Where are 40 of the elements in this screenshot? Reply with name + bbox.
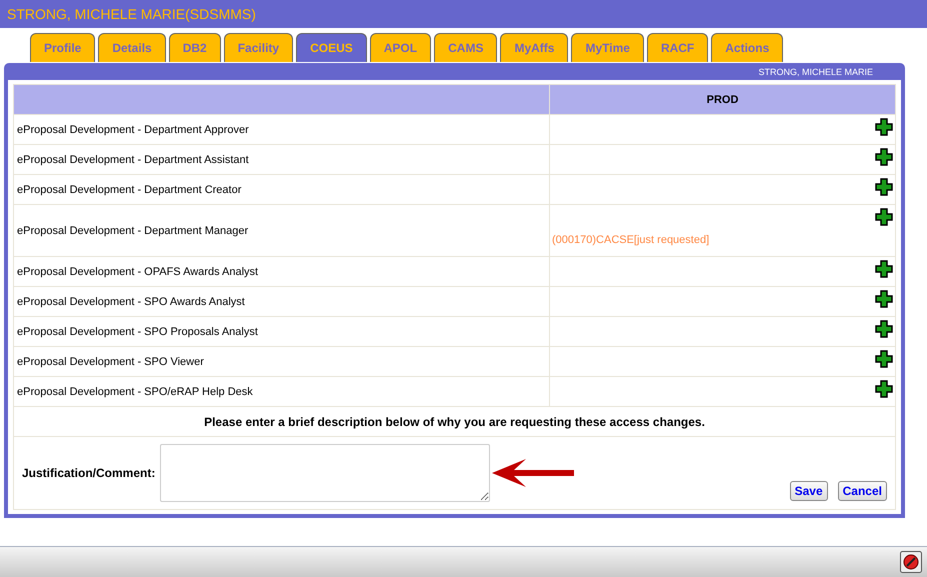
add-icon[interactable] <box>875 380 893 398</box>
table-cell: eProposal Development - Department Assistant <box>14 144 550 174</box>
tab[interactable]: RACF <box>646 33 708 62</box>
tab[interactable]: Profile <box>30 33 96 62</box>
request-status: (000170)CACSE[just requested] <box>551 233 710 246</box>
tab[interactable]: MyTime <box>571 33 644 62</box>
tab[interactable]: APOL <box>370 33 432 62</box>
add-icon[interactable] <box>875 148 893 166</box>
add-icon[interactable] <box>875 178 893 196</box>
tab[interactable]: Actions <box>711 33 784 62</box>
stop-icon[interactable] <box>900 551 922 573</box>
user-name: STRONG, MICHELE MARIE <box>758 66 873 76</box>
tab[interactable]: DB2 <box>168 33 221 62</box>
table-cell: eProposal Development - Department Creator <box>14 174 550 204</box>
add-icon[interactable] <box>875 290 893 308</box>
table-cell: eProposal Development - SPO Viewer <box>14 346 550 376</box>
table-cell: eProposal Development - SPO Proposals Analyst <box>14 316 550 346</box>
tab[interactable]: COEUS <box>296 33 367 62</box>
user-title: STRONG, MICHELE MARIE(SDSMMS) <box>7 6 256 22</box>
tab[interactable]: Details <box>98 33 166 62</box>
arrow-icon <box>492 459 574 487</box>
add-icon[interactable] <box>875 118 893 136</box>
action-button[interactable]: Save <box>790 481 828 501</box>
table-cell: eProposal Development - SPO Awards Analyst <box>14 286 550 316</box>
table-cell: eProposal Development - Department Approver <box>14 114 550 144</box>
action-button[interactable]: Cancel <box>838 481 887 501</box>
column-header: PROD <box>550 84 896 114</box>
table-cell: eProposal Development - Department Manager <box>14 204 550 256</box>
add-icon[interactable] <box>875 260 893 278</box>
table-cell: eProposal Development - SPO/eRAP Help Desk <box>14 376 550 406</box>
add-icon[interactable] <box>875 208 893 226</box>
tab[interactable]: Facility <box>224 33 294 62</box>
table-cell: eProposal Development - OPAFS Awards Analyst <box>14 256 550 286</box>
add-icon[interactable] <box>875 350 893 368</box>
field-label: Justification/Comment: <box>22 466 156 480</box>
tab[interactable]: CAMS <box>434 33 498 62</box>
instruction-text: Please enter a brief description below of why you are requesting these access changes. <box>14 406 896 436</box>
add-icon[interactable] <box>875 320 893 338</box>
tab[interactable]: MyAffs <box>500 33 568 62</box>
comment-field[interactable] <box>160 444 490 502</box>
